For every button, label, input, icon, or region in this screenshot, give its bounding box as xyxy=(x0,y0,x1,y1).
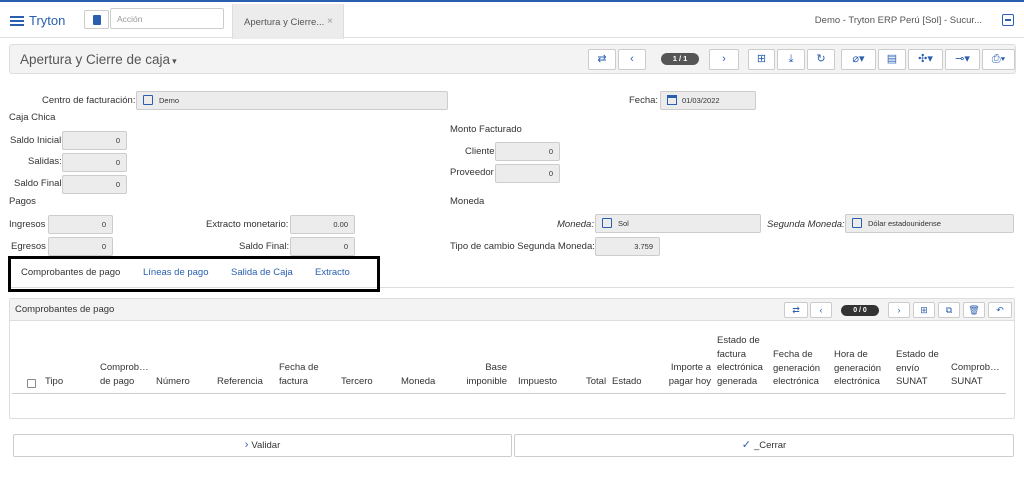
salidas-field[interactable]: 0 xyxy=(62,153,127,172)
validar-button[interactable]: › Validar xyxy=(13,434,512,457)
attachment-icon[interactable]: ⌀▾ xyxy=(841,49,876,70)
open-icon[interactable]: ⧉ xyxy=(938,302,960,318)
add-icon[interactable]: ⊞ xyxy=(913,302,935,318)
table-header-divider xyxy=(12,393,1006,394)
saldo-inicial-label: Saldo Inicial xyxy=(10,135,62,146)
navbar: Tryton Acción Apertura y Cierre... × Dem… xyxy=(0,2,1024,39)
caja-chica-heading: Caja Chica xyxy=(9,112,56,123)
tipo-cambio-field[interactable]: 3.759 xyxy=(595,237,660,256)
reload-icon[interactable]: ↻ xyxy=(807,49,835,70)
book-icon xyxy=(93,15,101,25)
ingresos-field[interactable]: 0 xyxy=(48,215,113,234)
note-icon[interactable]: ▤ xyxy=(878,49,906,70)
cliente-label: Cliente xyxy=(465,146,495,157)
segunda-moneda-label: Segunda Moneda: xyxy=(767,219,845,230)
action-search-input[interactable]: Acción xyxy=(110,8,224,29)
menu-icon[interactable] xyxy=(10,16,24,26)
centro-field[interactable]: Demo xyxy=(136,91,448,110)
switch-view-icon[interactable]: ⇄ xyxy=(588,49,616,70)
tab-apertura-cierre[interactable]: Apertura y Cierre... × xyxy=(232,4,344,39)
cliente-field[interactable]: 0 xyxy=(495,142,560,161)
logout-icon[interactable] xyxy=(1002,14,1014,26)
proveedor-field[interactable]: 0 xyxy=(495,164,560,183)
proveedor-label: Proveedor xyxy=(450,167,494,178)
delete-icon[interactable]: 🗑 xyxy=(963,302,985,318)
open-link-icon[interactable] xyxy=(602,218,612,229)
col-hora-generacion[interactable]: Hora de generación electrónica xyxy=(834,348,889,389)
tab-comprobantes[interactable]: Comprobantes de pago xyxy=(21,267,120,278)
col-estado-envio-sunat[interactable]: Estado de envío SUNAT xyxy=(896,348,943,389)
extracto-label: Extracto monetario: xyxy=(206,219,289,230)
col-comprob-sunat[interactable]: Comprob… SUNAT xyxy=(951,361,1005,388)
tipo-cambio-label: Tipo de cambio Segunda Moneda: xyxy=(450,241,595,252)
monto-facturado-heading: Monto Facturado xyxy=(450,124,522,135)
col-estado-factura-electronica[interactable]: Estado de factura electrónica generada xyxy=(717,334,767,388)
subform-title: Comprobantes de pago xyxy=(15,304,115,315)
egresos-field[interactable]: 0 xyxy=(48,237,113,256)
calendar-icon[interactable] xyxy=(667,95,677,106)
col-fecha-generacion[interactable]: Fecha de generación electrónica xyxy=(773,348,828,389)
subform-toolbar: Comprobantes de pago ⇄ ‹ 0 / 0 › ⊞ ⧉ 🗑 ↶ xyxy=(10,299,1014,321)
open-link-icon[interactable] xyxy=(143,95,153,106)
salidas-label: Salidas: xyxy=(28,156,62,167)
saldo-final2-field[interactable]: 0 xyxy=(290,237,355,256)
action-book-button[interactable] xyxy=(84,10,109,29)
switch-view-icon[interactable]: ⇄ xyxy=(784,302,808,318)
tab-lineas-pago[interactable]: Líneas de pago xyxy=(143,267,209,278)
col-moneda[interactable]: Moneda xyxy=(401,375,435,389)
close-icon[interactable]: × xyxy=(327,16,333,27)
brand[interactable]: Tryton xyxy=(29,13,65,28)
col-base-imponible[interactable]: Base imponible xyxy=(462,361,507,388)
saldo-final-label: Saldo Final xyxy=(14,178,62,189)
tab-salida-caja[interactable]: Salida de Caja xyxy=(231,267,293,278)
col-comprob-pago[interactable]: Comprob… de pago xyxy=(100,361,155,388)
undo-icon[interactable]: ↶ xyxy=(988,302,1012,318)
col-tipo[interactable]: Tipo xyxy=(45,375,63,389)
open-link-icon[interactable] xyxy=(852,218,862,229)
ingresos-label: Ingresos xyxy=(9,219,46,230)
egresos-label: Egresos xyxy=(11,241,46,252)
pagos-heading: Pagos xyxy=(9,196,36,207)
relate-icon[interactable]: ⊸▾ xyxy=(945,49,980,70)
save-icon[interactable]: ⤓ xyxy=(777,49,805,70)
col-referencia[interactable]: Referencia xyxy=(217,375,263,389)
form-toolbar: Apertura y Cierre de caja ▾ ⇄ ‹ 1 / 1 › ⊞… xyxy=(9,44,1016,74)
col-total[interactable]: Total xyxy=(586,375,606,389)
action-icon[interactable]: ✣▾ xyxy=(908,49,943,70)
previous-icon[interactable]: ‹ xyxy=(618,49,646,70)
form-title[interactable]: Apertura y Cierre de caja ▾ xyxy=(20,52,177,67)
subform-pager: 0 / 0 xyxy=(841,305,879,316)
select-all-checkbox[interactable] xyxy=(27,379,36,388)
col-importe-pagar[interactable]: Importe a pagar hoy xyxy=(664,361,711,388)
tab-extracto[interactable]: Extracto xyxy=(315,267,350,278)
check-icon: ✓ xyxy=(741,439,751,451)
saldo-final-field[interactable]: 0 xyxy=(62,175,127,194)
previous-icon[interactable]: ‹ xyxy=(810,302,832,318)
fecha-field[interactable]: 01/03/2022 xyxy=(660,91,756,110)
next-icon[interactable]: › xyxy=(709,49,739,70)
col-impuesto[interactable]: Impuesto xyxy=(518,375,557,389)
centro-label: Centro de facturación: xyxy=(42,95,136,106)
segunda-moneda-field[interactable]: Dólar estadounidense xyxy=(845,214,1014,233)
company-label[interactable]: Demo - Tryton ERP Perú [Sol] - Sucur... xyxy=(815,15,982,26)
col-tercero[interactable]: Tercero xyxy=(341,375,373,389)
new-icon[interactable]: ⊞ xyxy=(748,49,775,70)
extracto-field[interactable]: 0.00 xyxy=(290,215,355,234)
print-icon[interactable]: ⎙▾ xyxy=(982,49,1015,70)
col-estado[interactable]: Estado xyxy=(612,375,642,389)
moneda-heading: Moneda xyxy=(450,196,485,207)
saldo-final2-label: Saldo Final: xyxy=(239,241,290,252)
chevron-right-icon: › xyxy=(244,439,249,451)
fecha-label: Fecha: xyxy=(629,95,659,106)
tab-label: Apertura y Cierre... xyxy=(244,17,325,28)
next-icon[interactable]: › xyxy=(888,302,910,318)
cerrar-button[interactable]: ✓ _Cerrar xyxy=(514,434,1014,457)
col-fecha-factura[interactable]: Fecha de factura xyxy=(279,361,324,388)
col-numero[interactable]: Número xyxy=(156,375,190,389)
moneda-label: Moneda: xyxy=(557,219,594,230)
saldo-inicial-field[interactable]: 0 xyxy=(62,131,127,150)
moneda-field[interactable]: Sol xyxy=(595,214,761,233)
record-pager: 1 / 1 xyxy=(661,53,699,65)
